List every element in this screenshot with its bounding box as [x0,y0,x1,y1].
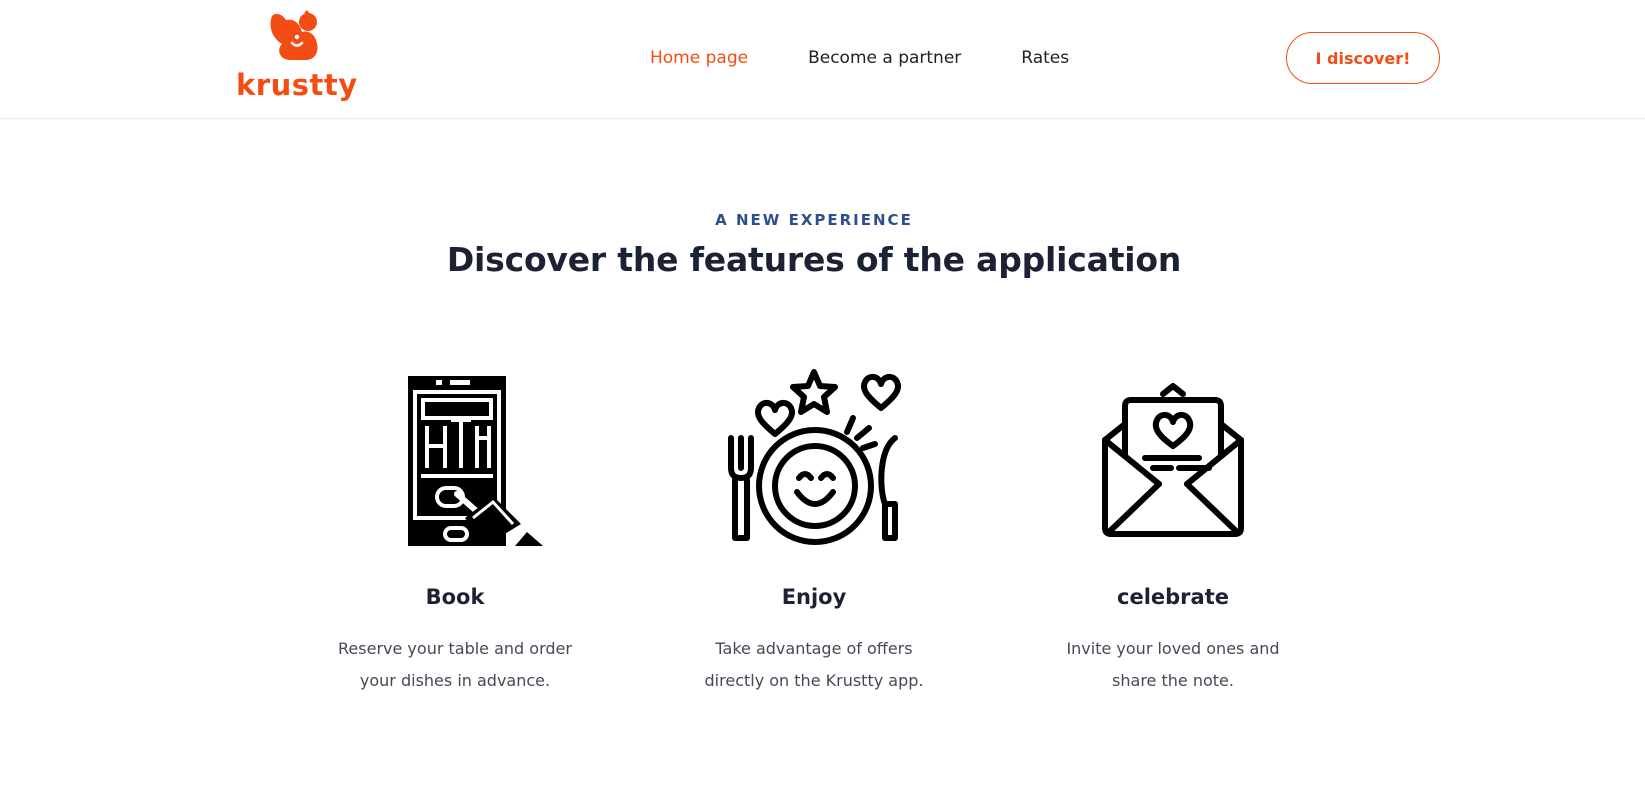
nav-become-a-partner[interactable]: Become a partner [808,44,961,72]
feature-title: Book [425,585,485,609]
feature-description: Take advantage of offers directly on the… [704,639,924,690]
feature-card-celebrate: celebrate Invite your loved ones and sha… [1023,368,1323,690]
nav-rates[interactable]: Rates [1021,44,1069,72]
nav-home-page[interactable]: Home page [650,44,748,72]
discover-button[interactable]: I discover! [1286,32,1440,84]
feature-card-enjoy: Enjoy Take advantage of offers directly … [664,368,964,690]
feature-card-book: Book Reserve your table and order your d… [305,368,605,690]
feature-title: Enjoy [781,585,847,609]
main-nav: Home page Become a partner Rates [650,44,1129,72]
envelope-heart-icon [1102,383,1244,537]
section-heading: Discover the features of the application [446,240,1182,279]
feature-description: Reserve your table and order your dishes… [338,639,572,690]
squirrel-icon [270,10,318,60]
section-eyebrow: A NEW EXPERIENCE [715,211,913,229]
feature-description: Invite your loved ones and share the not… [1066,639,1280,690]
phone-menu-icon [408,376,543,546]
logo-wordmark: krustty [236,68,358,102]
feature-title: celebrate [1117,585,1229,609]
site-header: krustty Home page Become a partner Rates… [0,0,1645,119]
logo-link[interactable]: krustty [236,10,358,105]
plate-smile-icon [728,369,901,545]
